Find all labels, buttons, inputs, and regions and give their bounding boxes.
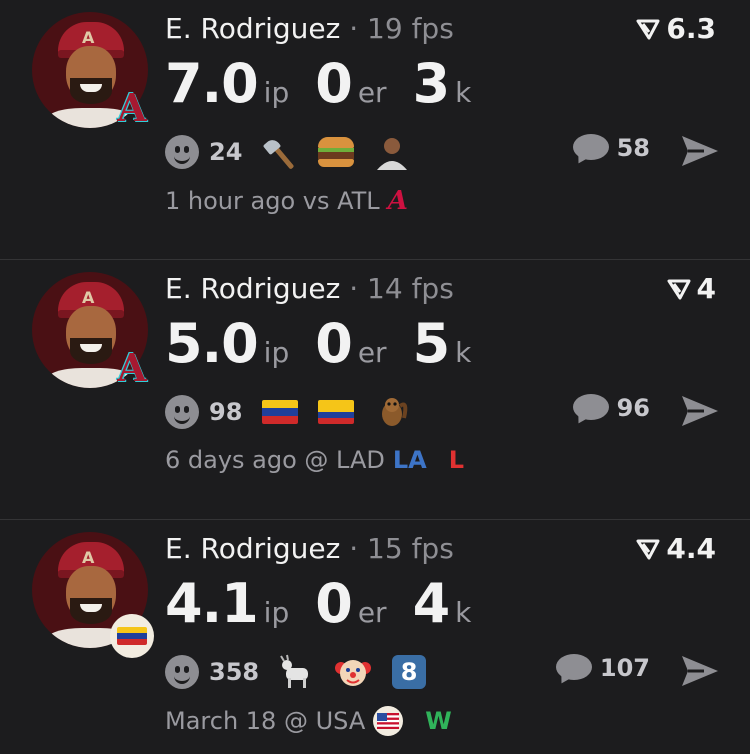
k-value: 3 [412,52,451,115]
er-value: 0 [315,52,353,115]
braves-logo-icon: A [387,186,408,216]
usa-flag-icon [373,706,404,736]
ip-value: 7.0 [165,52,259,115]
k-unit: k [455,596,472,629]
er-unit: er [357,76,387,109]
stat-line: 5.0 ip 0 er 5k [165,312,497,375]
goat-icon[interactable] [277,654,317,690]
colombia-flag-icon[interactable] [316,394,356,430]
share-icon[interactable] [680,654,720,688]
game-result-badge: L [448,446,465,474]
game-time: March 18 @ USA [165,707,366,735]
venezuela-flag-icon[interactable] [260,394,300,430]
er-unit: er [357,336,387,369]
comments-button[interactable]: 96 [572,394,650,422]
er-value: 0 [315,572,353,635]
share-icon[interactable] [680,134,720,168]
reaction-count: 24 [209,138,243,166]
ip-unit: ip [263,336,290,369]
squirrel-icon[interactable] [372,394,412,430]
comment-count: 96 [616,394,650,422]
team-logo-badge: A [117,345,147,390]
comment-bubble-icon [555,654,592,682]
stat-line: 4.1 ip 0 er 4k [165,572,497,635]
k-value: 4 [412,572,451,635]
dodgers-logo-icon: LA [392,446,427,474]
score-icon [636,19,660,39]
ip-value: 5.0 [165,312,259,375]
fps-label: · 15 fps [349,532,454,565]
player-name[interactable]: E. Rodriguez · 15 fps [165,532,454,565]
stat-line: 7.0 ip 0 er 3k [165,52,497,115]
hamburger-icon[interactable] [316,134,356,170]
reaction-count: 358 [209,658,260,686]
game-result-badge: W [425,707,452,735]
post-card[interactable]: A A E. Rodriguez · 14 fps 4 5.0 ip 0 er 5k… [0,260,750,520]
score-icon [667,279,691,299]
score-value: 6.3 [666,12,716,45]
share-icon[interactable] [680,394,720,428]
reaction-count: 98 [209,398,243,426]
score-value: 4.4 [666,532,716,565]
game-info[interactable]: 6 days ago @ LAD LA L [165,446,464,474]
reactions-row: 24 [165,132,428,172]
player-name[interactable]: E. Rodriguez · 14 fps [165,272,454,305]
score: 4.4 [636,532,716,565]
reactions-row: 358 8 [165,652,445,692]
team-logo-badge: A [117,85,147,130]
er-unit: er [357,596,387,629]
react-smiley-icon[interactable] [165,395,199,429]
post-card[interactable]: A E. Rodriguez · 15 fps 4.4 4.1 ip 0 er 4k… [0,520,750,754]
react-smiley-icon[interactable] [165,655,199,689]
k-unit: k [455,336,472,369]
post-card[interactable]: A A E. Rodriguez · 19 fps 6.3 7.0 ip 0 er … [0,0,750,260]
score-value: 4 [696,272,716,305]
comment-count: 58 [616,134,650,162]
clown-icon[interactable] [333,654,373,690]
comments-button[interactable]: 107 [555,654,650,682]
game-time: 1 hour ago vs ATL [165,187,380,215]
venezuela-flag-badge [110,614,154,658]
ip-value: 4.1 [165,572,259,635]
fps-label: · 19 fps [349,12,454,45]
ip-unit: ip [263,76,290,109]
k-unit: k [455,76,472,109]
score-icon [636,539,660,559]
game-info[interactable]: March 18 @ USA W [165,706,452,736]
score: 6.3 [636,12,716,45]
axe-icon[interactable] [260,134,300,170]
react-smiley-icon[interactable] [165,135,199,169]
ip-unit: ip [263,596,290,629]
player-name[interactable]: E. Rodriguez · 19 fps [165,12,454,45]
comment-bubble-icon [572,394,609,422]
reactions-row: 98 [165,392,428,432]
comments-button[interactable]: 58 [572,134,650,162]
comment-count: 107 [599,654,650,682]
keycap-8-icon[interactable]: 8 [389,654,429,690]
comment-bubble-icon [572,134,609,162]
game-info[interactable]: 1 hour ago vs ATL A [165,186,408,216]
score: 4 [667,272,716,305]
game-time: 6 days ago @ LAD [165,446,385,474]
post-feed: A A E. Rodriguez · 19 fps 6.3 7.0 ip 0 er … [0,0,750,754]
fps-label: · 14 fps [349,272,454,305]
person-icon[interactable] [372,134,412,170]
k-value: 5 [412,312,451,375]
keycap-label: 8 [392,655,427,689]
er-value: 0 [315,312,353,375]
